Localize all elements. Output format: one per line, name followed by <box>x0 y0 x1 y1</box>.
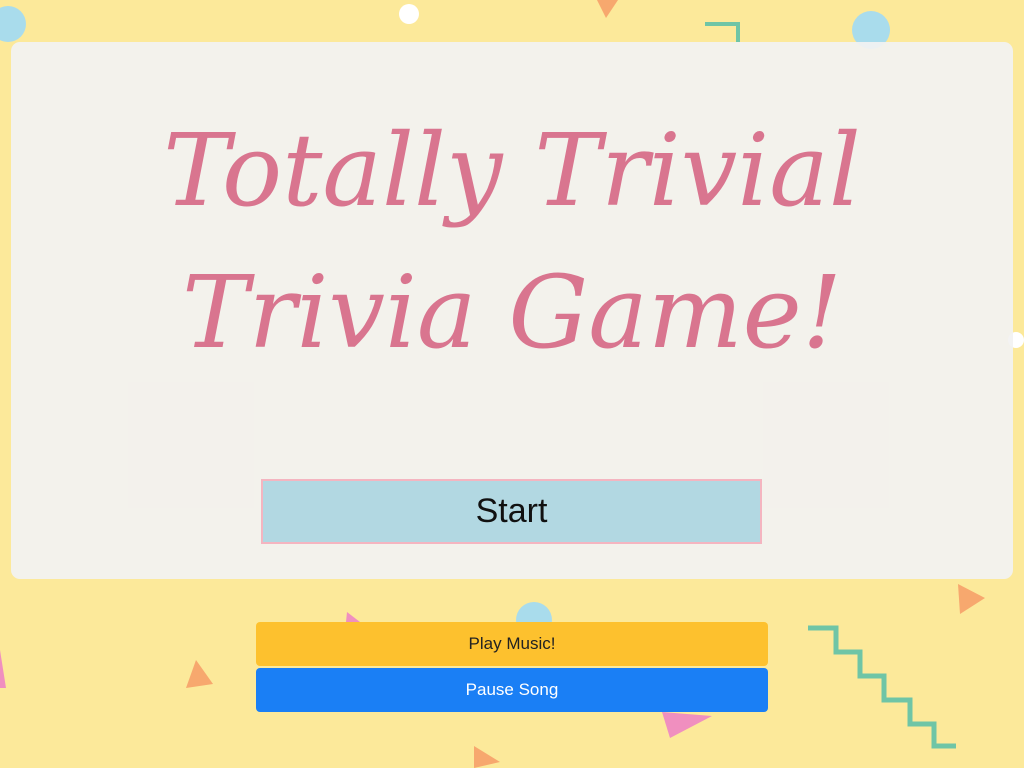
confetti-zigzag <box>705 22 740 42</box>
pause-song-button[interactable]: Pause Song <box>256 668 768 712</box>
confetti-triangle <box>662 712 712 738</box>
game-title: Totally Trivial Trivia Game! <box>11 100 1013 384</box>
confetti-triangle <box>0 650 6 688</box>
play-music-button[interactable]: Play Music! <box>256 622 768 666</box>
confetti-triangle <box>474 746 500 768</box>
confetti-triangle <box>186 660 213 688</box>
confetti-zigzag <box>808 625 956 749</box>
game-title-line-2: Trivia Game! <box>181 254 843 371</box>
confetti-triangle <box>958 584 985 614</box>
confetti-circle <box>0 6 26 42</box>
start-button[interactable]: Start <box>261 479 762 544</box>
game-title-line-1: Totally Trivial <box>163 112 861 229</box>
title-panel: Totally Trivial Trivia Game! Start <box>11 42 1013 579</box>
confetti-circle <box>399 4 419 24</box>
confetti-triangle <box>597 0 618 18</box>
confetti-triangle <box>346 612 360 622</box>
